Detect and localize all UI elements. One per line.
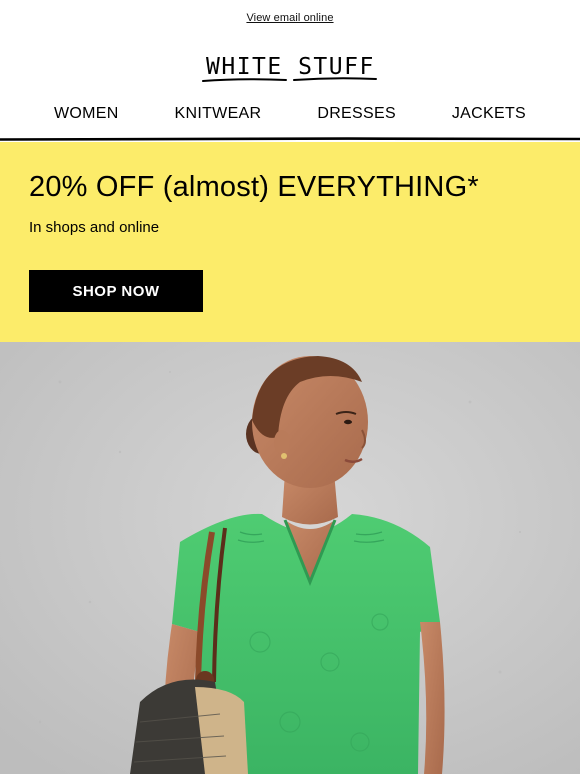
email-page: View email online WHITE STUFF WOMEN KNIT… [0, 0, 580, 774]
brand-header: WHITE STUFF [0, 36, 580, 96]
promo-banner: 20% OFF (almost) EVERYTHING* In shops an… [0, 142, 580, 342]
nav-women[interactable]: WOMEN [54, 105, 119, 123]
view-email-online-link[interactable]: View email online [246, 12, 333, 24]
nav-dresses[interactable]: DRESSES [317, 105, 396, 123]
nav-jackets[interactable]: JACKETS [452, 105, 526, 123]
preheader: View email online [0, 0, 580, 36]
promo-subtext: In shops and online [29, 219, 160, 236]
shop-now-button[interactable]: SHOP NOW [29, 270, 203, 312]
nav-knitwear[interactable]: KNITWEAR [175, 105, 262, 123]
main-nav: WOMEN KNITWEAR DRESSES JACKETS [0, 96, 580, 132]
svg-text:WHITE STUFF: WHITE STUFF [206, 54, 375, 80]
hero-image[interactable] [0, 342, 580, 774]
promo-headline: 20% OFF (almost) EVERYTHING* [29, 171, 479, 203]
brand-logo[interactable]: WHITE STUFF [200, 46, 380, 86]
